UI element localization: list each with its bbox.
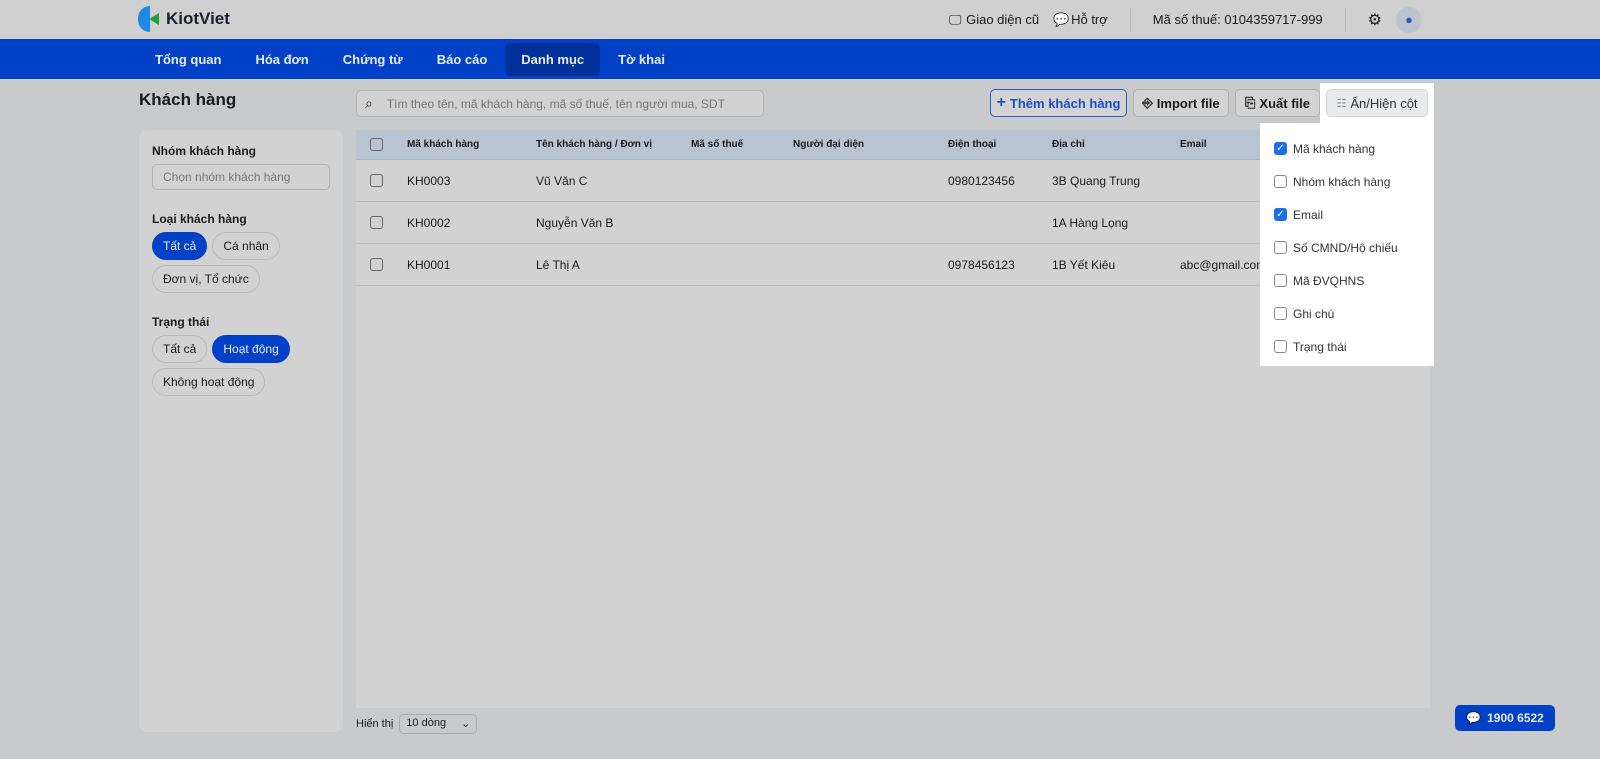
column-option[interactable]: Trạng thái [1274,330,1420,363]
export-icon: ⎘ [1245,95,1256,110]
columns-icon: ☷ [1336,97,1347,110]
status-active-chip[interactable]: Hoạt động [212,335,290,363]
main-nav: Tổng quan Hóa đơn Chứng từ Báo cáo Danh … [0,39,1600,79]
page-title: Khách hàng [139,90,237,109]
nav-danh-muc[interactable]: Danh mục [505,42,601,76]
column-checkbox[interactable] [1274,274,1287,287]
search-input[interactable] [386,96,747,111]
table-cell: 1B Yết Kiêu [1052,257,1116,272]
support-link[interactable]: 💬 Hỗ trợ [1053,12,1108,28]
page-size-select[interactable]: 10 dòng ⌄ [399,714,478,734]
table-cell: Vũ Văn C [536,173,588,188]
table-cell: 3B Quang Trung [1052,173,1141,188]
old-ui-link[interactable]: 🖵 Giao diện cũ [948,12,1039,28]
table-cell: KH0001 [407,257,451,272]
column-checkbox[interactable] [1274,175,1287,188]
row-checkbox[interactable] [370,216,383,229]
tax-code: Mã số thuế: 0104359717-999 [1152,12,1323,27]
chat-icon: 💬 [1466,711,1482,725]
type-organization-chip[interactable]: Đơn vị, Tổ chức [152,265,260,293]
chevron-down-icon: ⌄ [461,718,471,730]
column-option[interactable]: Số CMND/Hộ chiếu [1274,231,1420,264]
column-option[interactable]: ✓ Mã khách hàng [1274,132,1420,165]
monitor-icon: 🖵 [948,11,962,27]
row-checkbox[interactable] [370,174,383,187]
column-option[interactable]: Mã ĐVQHNS [1274,264,1420,297]
type-all-chip[interactable]: Tất cả [152,232,208,260]
export-file-button[interactable]: ⎘ Xuất file [1235,89,1320,117]
column-checkbox[interactable]: ✓ [1274,142,1287,155]
column-option[interactable]: ✓ Email [1274,198,1420,231]
column-visibility-menu: ✓ Mã khách hàng Nhóm khách hàng ✓ Email Số CM… [1266,128,1428,361]
nav-to-khai[interactable]: Tờ khai [602,43,681,76]
table-cell: KH0002 [407,215,451,230]
column-checkbox[interactable]: ✓ [1274,208,1287,221]
logo-mark-icon [138,6,160,32]
nav-hoa-don[interactable]: Hóa đơn [239,43,324,76]
type-individual-chip[interactable]: Cá nhân [212,232,280,260]
hotline-button[interactable]: 💬 1900 6522 [1455,705,1555,731]
table-cell: Lê Thị A [536,257,580,272]
table-cell: 1A Hàng Lọng [1052,215,1129,230]
plus-icon: + [996,94,1006,111]
user-icon: ● [1405,12,1413,27]
chat-icon: 💬 [1053,11,1070,27]
top-bar: KiotViet 🖵 Giao diện cũ 💬 Hỗ trợ Mã số thu… [0,0,1600,39]
nav-tong-quan[interactable]: Tổng quan [139,43,237,76]
search-icon: ⌕ [365,95,373,111]
column-option[interactable]: Nhóm khách hàng [1274,165,1420,198]
divider [1344,7,1346,32]
add-customer-button[interactable]: + Thêm khách hàng [990,89,1127,117]
table-cell: 0980123456 [948,173,1015,188]
table-cell: 0978456123 [948,257,1015,272]
gear-icon[interactable]: ⚙ [1368,10,1382,30]
table-cell: KH0003 [407,173,451,188]
column-option[interactable]: Ghi chú [1274,297,1420,330]
column-checkbox[interactable] [1274,241,1287,254]
status-all-chip[interactable]: Tất cả [152,335,208,363]
status-inactive-chip[interactable]: Không hoạt động [152,368,266,396]
search-box: ⌕ [356,90,764,117]
nav-bao-cao[interactable]: Báo cáo [421,43,504,76]
divider [1129,7,1131,32]
toggle-columns-button[interactable]: ☷ Ẩn/Hiện cột [1326,89,1428,117]
customer-group-select[interactable]: Chọn nhóm khách hàng [152,164,330,190]
row-checkbox[interactable] [370,258,383,271]
column-checkbox[interactable] [1274,340,1287,353]
table-cell: Nguyễn Văn B [536,215,614,230]
nav-chung-tu[interactable]: Chứng từ [327,43,419,76]
kiotviet-logo[interactable]: KiotViet [138,6,230,32]
column-checkbox[interactable] [1274,307,1287,320]
import-icon: ⎆ [1142,95,1153,110]
table-footer: Hiển thị 10 dòng ⌄ [356,714,478,734]
avatar[interactable]: ● [1396,6,1422,33]
select-all-checkbox[interactable] [370,138,383,151]
import-file-button[interactable]: ⎆ Import file [1133,89,1229,117]
filter-sidebar: Nhóm khách hàng Chọn nhóm khách hàng Loạ… [139,130,343,732]
